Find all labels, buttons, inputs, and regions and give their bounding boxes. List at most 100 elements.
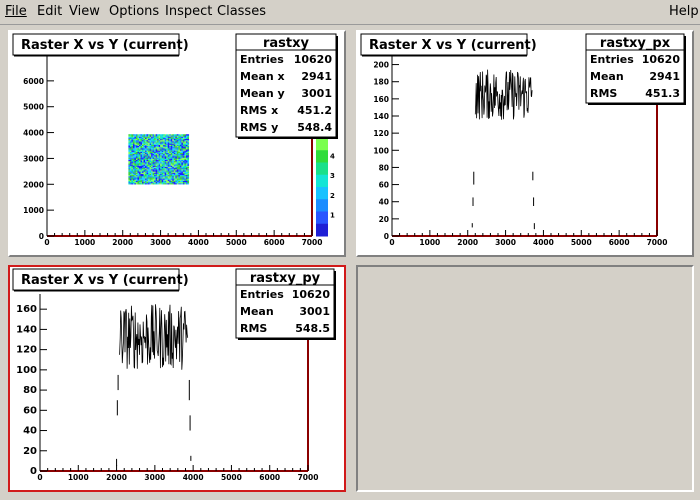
heatmap-cell [187,142,190,144]
y-tick-label: 180 [373,78,389,87]
heatmap-cell [161,141,164,143]
heatmap-cell [166,155,168,157]
heatmap-cell [172,163,174,165]
heatmap-cell [173,142,176,144]
heatmap-cell [129,135,132,137]
heatmap-cell [151,171,153,173]
heatmap-cell [142,142,144,144]
heatmap-cell [181,145,183,148]
heatmap-cell [172,172,174,174]
heatmap-cell [135,167,138,170]
menu-help[interactable]: Help [669,4,699,19]
heatmap-cell [163,164,165,166]
heatmap-cell [158,161,161,163]
heatmap-cell [149,174,152,177]
heatmap-cell [138,137,141,140]
x-tick-label: 3000 [150,238,171,247]
menu-view[interactable]: View [69,4,100,19]
heatmap-cell [176,162,179,164]
heatmap-cell [158,147,161,149]
heatmap-cell [142,171,144,173]
heatmap-cell [167,174,170,177]
heatmap-cell [146,162,149,164]
heatmap-cell [135,180,138,183]
heatmap-cell [182,156,185,158]
heatmap-cell [158,143,161,145]
heatmap-cell [185,145,188,148]
heatmap-cell [182,154,185,156]
heatmap-cell [173,176,176,178]
stats-name: rastxy_px [600,36,671,51]
heatmap-cell [172,143,174,145]
heatmap-cell [145,142,147,144]
heatmap-cell [140,149,143,151]
heatmap-cell [128,180,130,183]
heatmap-cell [184,157,187,159]
heatmap-cell [167,179,170,181]
menu-inspect[interactable]: Inspect [165,4,212,19]
x-tick-label: 5000 [226,238,247,247]
heatmap-cell [164,151,167,154]
y-tick-label: 60 [23,405,37,416]
heatmap-cell [149,156,152,158]
heatmap-cell [152,176,155,178]
heatmap-cell [185,135,188,137]
heatmap-cell [166,149,168,151]
heatmap-cell [185,138,188,141]
heatmap-cell [178,171,180,173]
heatmap-cell [184,162,187,164]
pad-empty[interactable] [356,265,694,492]
heatmap-cell [142,173,144,176]
heatmap-cell [164,158,167,160]
heatmap-cell [137,166,140,169]
heatmap-cell [132,150,135,152]
pad-rastxy-px[interactable]: 0 1000 2000 3000 4000 5000 6000 7000 0 20 40 60 80 10… [356,30,694,257]
heatmap-cell [172,151,174,154]
heatmap-cell [151,155,153,157]
heatmap-cell [187,148,190,150]
heatmap-cell [176,161,179,163]
heatmap-cell [164,140,167,142]
pad-rastxy[interactable]: 0 1000 2000 3000 4000 5000 6000 7000 0 1000 2000 30… [8,30,346,257]
heatmap-cell [135,155,138,157]
heatmap-cell [128,161,130,163]
pad-rastxy-py[interactable]: 0 1000 2000 3000 4000 5000 6000 7000 0 20 40 60 80 10… [8,265,346,492]
heatmap-cell [164,154,167,156]
heatmap-cell [129,156,132,158]
rastxy-py-plot: 0 1000 2000 3000 4000 5000 6000 700002040608010… [12,268,336,482]
heatmap-cell [166,156,168,158]
heatmap-cell [178,164,180,166]
heatmap-cell [185,150,188,152]
heatmap-cell [172,158,174,160]
menu-options[interactable]: Options [109,4,159,19]
heatmap-cell [145,169,147,171]
heatmap-cell [157,173,159,176]
heatmap-cell [173,169,176,171]
heatmap-cell [140,140,143,142]
stats-label: Mean y [240,87,285,100]
heatmap-cell [146,147,149,149]
pad-title: Raster X vs Y (current) [369,38,537,53]
heatmap-cell [157,165,159,167]
menu-file[interactable]: File [5,4,27,19]
heatmap-cell [179,142,182,144]
heatmap-cell [145,134,147,136]
heatmap-cell [182,144,185,147]
menu-classes[interactable]: Classes [217,4,266,19]
heatmap-cell [172,140,174,142]
heatmap-cell [164,176,167,178]
heatmap-cell [178,141,180,143]
heatmap-cell [132,152,135,155]
heatmap-cell [148,181,150,184]
menu-edit[interactable]: Edit [37,4,62,19]
heatmap-cell [170,163,173,165]
heatmap-cell [152,138,155,141]
heatmap-cell [173,179,176,181]
heatmap-cell [137,164,140,166]
heatmap-cell [169,141,171,143]
heatmap-cell [175,170,177,172]
heatmap-cell [157,176,159,178]
heatmap-cell [128,181,130,184]
heatmap-cell [146,176,149,178]
heatmap-cell [145,135,147,137]
